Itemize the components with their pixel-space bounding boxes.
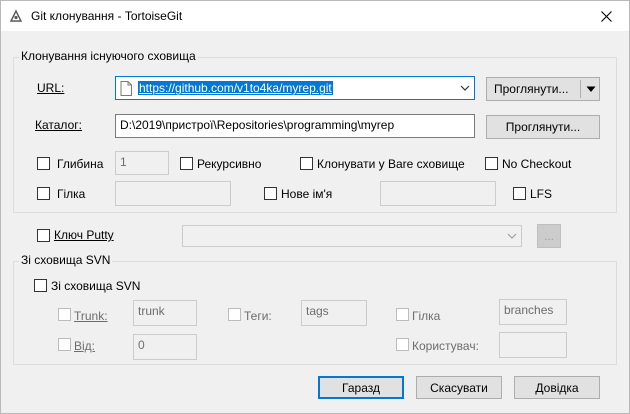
svn-branch-checkbox[interactable] <box>396 308 409 321</box>
url-value[interactable]: https://github.com/v1to4ka/myrep.git <box>138 81 333 95</box>
chevron-down-icon[interactable] <box>507 232 517 240</box>
lfs-checkbox[interactable] <box>513 187 526 200</box>
url-combobox[interactable]: https://github.com/v1to4ka/myrep.git <box>115 76 475 100</box>
branch-input[interactable] <box>115 181 231 206</box>
browse-url-label: Проглянути... <box>494 82 569 96</box>
svn-branch-input[interactable]: branches <box>499 299 567 325</box>
from-svn-checkbox[interactable] <box>34 279 47 292</box>
bare-checkbox[interactable] <box>300 157 313 170</box>
origin-input[interactable] <box>380 181 496 206</box>
close-button[interactable] <box>583 1 629 31</box>
from-revision-label: Від: <box>74 339 96 353</box>
tags-input[interactable]: tags <box>301 300 367 326</box>
recursive-checkbox[interactable] <box>180 157 193 170</box>
depth-checkbox[interactable] <box>37 157 50 170</box>
branch-checkbox[interactable] <box>37 187 50 200</box>
close-icon <box>600 10 612 22</box>
putty-key-checkbox[interactable] <box>37 229 50 242</box>
tags-checkbox[interactable] <box>228 308 241 321</box>
trunk-input[interactable]: trunk <box>133 300 197 326</box>
title-bar: Git клонування - TortoiseGit <box>1 1 629 31</box>
chevron-down-icon[interactable] <box>460 84 470 92</box>
bare-label: Клонувати у Bare сховище <box>317 157 465 171</box>
depth-input[interactable]: 1 <box>115 151 169 175</box>
putty-browse-button[interactable]: ... <box>537 224 561 248</box>
user-checkbox[interactable] <box>396 338 409 351</box>
browse-directory-button[interactable]: Проглянути... <box>486 115 600 139</box>
no-checkout-label: No Checkout <box>502 157 572 171</box>
depth-label: Глибина <box>57 157 104 171</box>
ok-button[interactable]: Гаразд <box>318 376 404 399</box>
tags-label: Теги: <box>244 309 272 323</box>
browse-url-split-button[interactable]: Проглянути... <box>486 77 600 101</box>
origin-label: Нове ім'я <box>281 187 333 201</box>
user-input[interactable] <box>499 332 567 358</box>
putty-key-combobox[interactable] <box>182 225 522 247</box>
from-svn-label: Зі сховища SVN <box>51 279 141 293</box>
split-divider <box>580 80 581 98</box>
clone-dialog: Git клонування - TortoiseGit Клонування … <box>0 0 630 414</box>
tortoisegit-icon <box>9 9 23 22</box>
from-revision-input[interactable]: 0 <box>133 334 197 360</box>
file-icon <box>120 81 132 96</box>
from-revision-checkbox[interactable] <box>58 338 71 351</box>
dropdown-arrow-icon[interactable] <box>586 86 596 93</box>
directory-input[interactable]: D:\2019\пристрої\Repositories\programmin… <box>115 114 475 138</box>
branch-label: Гілка <box>57 187 86 201</box>
no-checkout-checkbox[interactable] <box>485 157 498 170</box>
svn-group-title: Зі сховища SVN <box>19 253 113 267</box>
recursive-label: Рекурсивно <box>197 157 262 171</box>
origin-checkbox[interactable] <box>264 187 277 200</box>
user-label: Користувач: <box>412 339 479 353</box>
url-label: URL: <box>37 81 65 95</box>
window-title: Git клонування - TortoiseGit <box>31 9 183 23</box>
svn-branch-label: Гілка <box>412 309 441 323</box>
existing-repo-group-title: Клонування існуючого сховища <box>19 49 198 63</box>
trunk-checkbox[interactable] <box>58 308 71 321</box>
cancel-button[interactable]: Скасувати <box>416 376 502 399</box>
directory-label: Каталог: <box>35 118 82 132</box>
help-button[interactable]: Довідка <box>514 376 600 399</box>
putty-key-label: Ключ Putty <box>54 228 114 242</box>
lfs-label: LFS <box>530 187 553 201</box>
trunk-label: Trunk: <box>74 309 108 323</box>
